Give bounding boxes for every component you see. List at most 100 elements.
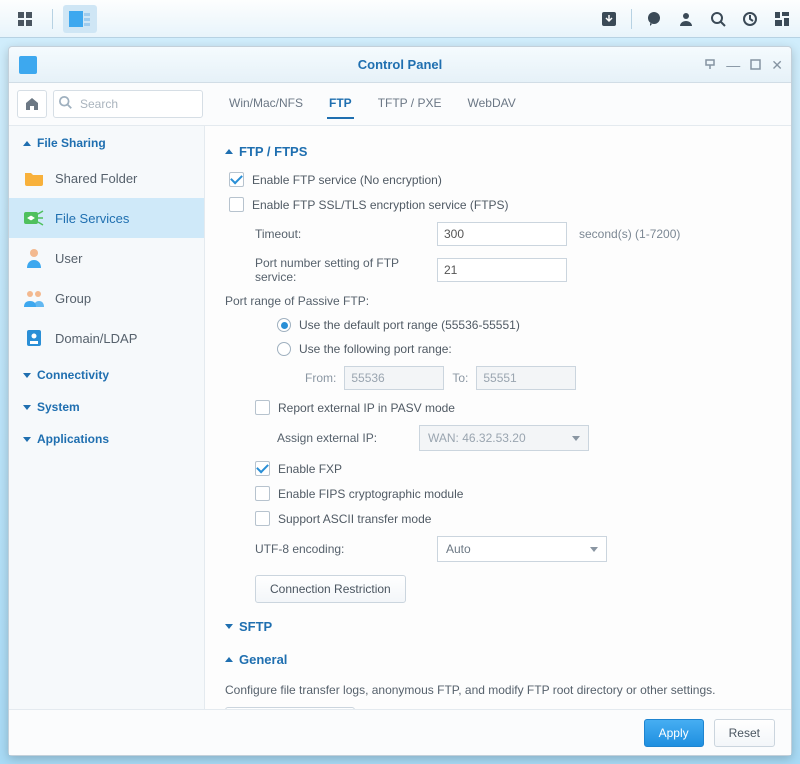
section-header-general[interactable]: General [225,642,771,675]
sidebar-group-applications[interactable]: Applications [9,422,204,454]
radio-label: Use the default port range (55536-55551) [299,318,520,332]
toolbar: Win/Mac/NFS FTP TFTP / PXE WebDAV [9,83,791,126]
tab-ftp[interactable]: FTP [327,89,354,119]
timeout-label: Timeout: [255,227,425,241]
download-icon[interactable] [599,9,619,29]
assign-ext-ip-dropdown: WAN: 46.32.53.20 [419,425,589,451]
widgets-icon[interactable] [772,9,792,29]
from-input [344,366,444,390]
chevron-down-icon [225,624,233,629]
divider [631,9,632,29]
sidebar-item-domain-ldap[interactable]: Domain/LDAP [9,318,204,358]
app-switcher-grid[interactable] [8,5,42,33]
app-icon [19,56,37,74]
chevron-up-icon [23,141,31,146]
chevron-up-icon [225,149,233,154]
port-input[interactable] [437,258,567,282]
radio-default-port-range[interactable] [277,318,291,332]
sidebar-group-connectivity[interactable]: Connectivity [9,358,204,390]
checkbox-support-ascii[interactable] [255,511,270,526]
tab-win-mac-nfs[interactable]: Win/Mac/NFS [227,89,305,119]
search-input[interactable] [53,90,203,118]
section-header-ftp-ftps[interactable]: FTP / FTPS [225,134,771,167]
passive-ftp-label: Port range of Passive FTP: [225,289,771,313]
sidebar-item-shared-folder[interactable]: Shared Folder [9,158,204,198]
group-label: Connectivity [37,368,109,382]
checkbox-enable-fxp[interactable] [255,461,270,476]
search-icon[interactable] [708,9,728,29]
user-icon [23,247,45,269]
close-button[interactable]: ✕ [771,58,783,72]
checkbox-label: Enable FTP SSL/TLS encryption service (F… [252,198,509,212]
sidebar-item-label: User [55,251,82,266]
section-title: General [239,652,287,667]
chevron-down-icon [590,547,598,552]
chevron-down-icon [572,436,580,441]
section-header-sftp[interactable]: SFTP [225,609,771,642]
group-label: System [37,400,80,414]
checkbox-enable-ftps[interactable] [229,197,244,212]
sidebar-item-user[interactable]: User [9,238,204,278]
to-input [476,366,576,390]
section-title: FTP / FTPS [239,144,307,159]
taskbar [0,0,800,38]
home-button[interactable] [17,90,47,118]
group-icon [23,287,45,309]
chevron-down-icon [23,437,31,442]
sidebar-item-label: Domain/LDAP [55,331,137,346]
section-title: SFTP [239,619,272,634]
tab-tftp-pxe[interactable]: TFTP / PXE [376,89,444,119]
pin-icon[interactable] [704,58,716,72]
control-panel-window: Control Panel — ✕ Win/Mac/NFS FTP TFTP /… [8,46,792,756]
apply-button[interactable]: Apply [644,719,704,747]
checkbox-label: Support ASCII transfer mode [278,512,431,526]
maximize-button[interactable] [750,58,761,72]
domain-ldap-icon [23,327,45,349]
sidebar-group-system[interactable]: System [9,390,204,422]
content-area[interactable]: FTP / FTPS Enable FTP service (No encryp… [205,126,791,709]
port-label: Port number setting of FTP service: [255,256,425,284]
user-icon[interactable] [676,9,696,29]
group-label: Applications [37,432,109,446]
chevron-down-icon [23,405,31,410]
utf8-label: UTF-8 encoding: [255,542,425,556]
refresh-icon[interactable] [740,9,760,29]
group-label: File Sharing [37,136,106,150]
assign-ext-ip-label: Assign external IP: [277,431,407,445]
to-label: To: [452,371,468,385]
sidebar-item-file-services[interactable]: File Services [9,198,204,238]
reset-button[interactable]: Reset [714,719,775,747]
folder-icon [23,167,45,189]
timeout-input[interactable] [437,222,567,246]
timeout-hint: second(s) (1-7200) [579,227,680,241]
file-services-icon [23,207,45,229]
divider [52,9,53,29]
dropdown-value: Auto [446,542,471,556]
footer: Apply Reset [9,709,791,755]
search-icon [59,96,73,113]
sidebar-item-label: Shared Folder [55,171,137,186]
control-panel-task[interactable] [63,5,97,33]
sidebar-item-label: Group [55,291,91,306]
sidebar-item-label: File Services [55,211,129,226]
general-description: Configure file transfer logs, anonymous … [225,675,771,707]
connection-restriction-button[interactable]: Connection Restriction [255,575,406,603]
radio-label: Use the following port range: [299,342,452,356]
tab-webdav[interactable]: WebDAV [465,89,517,119]
radio-custom-port-range[interactable] [277,342,291,356]
checkbox-report-ext-ip[interactable] [255,400,270,415]
sidebar-item-group[interactable]: Group [9,278,204,318]
checkbox-label: Enable FIPS cryptographic module [278,487,463,501]
chevron-down-icon [23,373,31,378]
sidebar-group-file-sharing[interactable]: File Sharing [9,126,204,158]
utf8-dropdown[interactable]: Auto [437,536,607,562]
checkbox-label: Report external IP in PASV mode [278,401,455,415]
checkbox-enable-fips[interactable] [255,486,270,501]
advanced-settings-button[interactable]: Advanced Settings [225,707,355,709]
chat-icon[interactable] [644,9,664,29]
checkbox-enable-ftp[interactable] [229,172,244,187]
sidebar: File Sharing Shared Folder File Services… [9,126,205,709]
checkbox-label: Enable FTP service (No encryption) [252,173,442,187]
checkbox-label: Enable FXP [278,462,342,476]
minimize-button[interactable]: — [726,58,740,72]
